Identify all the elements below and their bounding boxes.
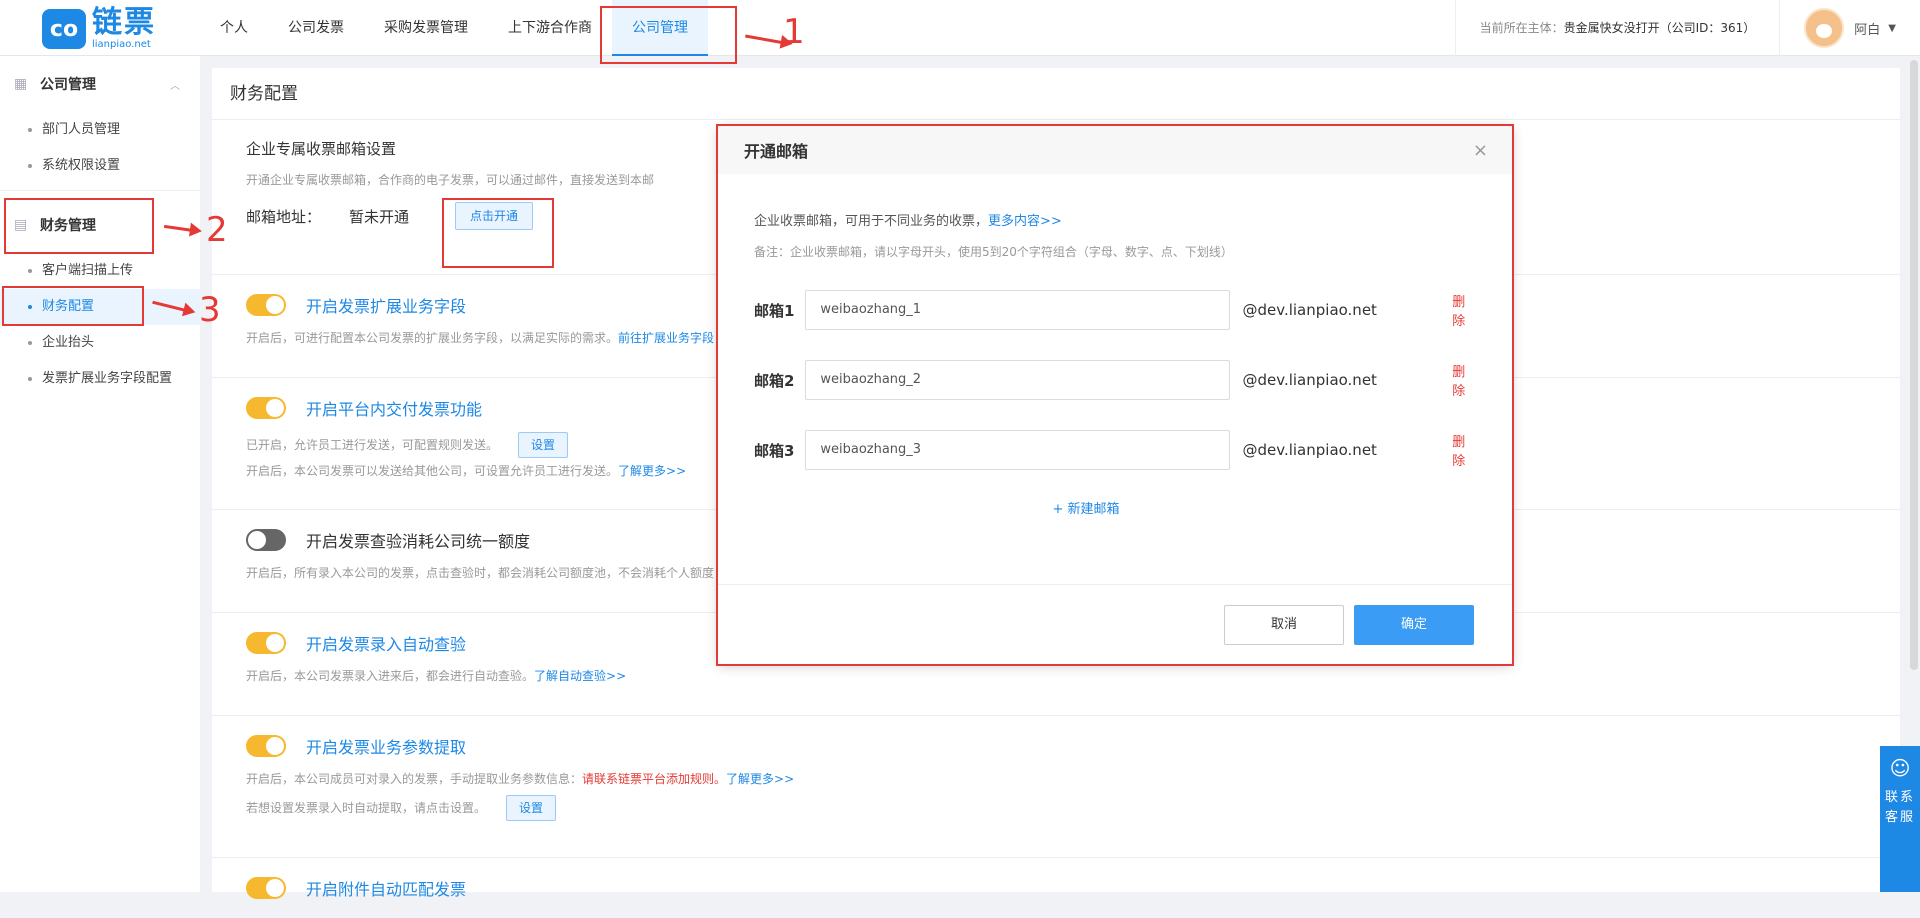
toggle-label: 开启发票录入自动查验 [306, 635, 467, 654]
toggle-label: 开启发票扩展业务字段 [306, 297, 467, 316]
param-toggle[interactable] [246, 735, 286, 757]
annotation-number-2: 2 [206, 210, 228, 250]
mailbox-label: 邮箱1 [754, 301, 795, 320]
param-section: 开启发票业务参数提取 开启后，本公司成员可对录入的发票，手动提取业务参数信息：请… [212, 716, 1900, 858]
sidebar-item-company-title[interactable]: 企业抬头 [0, 325, 200, 361]
deliver-toggle[interactable] [246, 397, 286, 419]
attach-section: 开启附件自动匹配发票 [212, 858, 1900, 918]
toggle-desc: 开启后，本公司发票可以发送给其他公司，可设置允许员工进行发送。 [246, 464, 619, 478]
deliver-settings-button[interactable]: 设置 [518, 432, 569, 458]
toggle-desc: 若想设置发票录入时自动提取，请点击设置。 [246, 801, 487, 815]
logo-name: 链票 [92, 5, 156, 40]
nav-company-management[interactable]: 公司管理 [612, 0, 708, 56]
toggle-label: 开启平台内交付发票功能 [306, 400, 483, 419]
table-icon: ▤ [14, 217, 28, 233]
ext-field-toggle[interactable] [246, 294, 286, 316]
dialog-note: 备注：企业收票邮箱，请以字母开头，使用5到20个字符组合（字母、数字、点、下划线… [754, 245, 1233, 259]
sidebar-item-ext-fields[interactable]: 发票扩展业务字段配置 [0, 361, 200, 397]
more-content-link[interactable]: 更多内容>> [988, 214, 1062, 229]
confirm-button[interactable]: 确定 [1354, 604, 1474, 645]
mailbox-input[interactable]: weibaozhang_2 [805, 360, 1231, 400]
delete-mailbox-button[interactable]: 删除 [1452, 431, 1478, 469]
chat-icon: ☺ [1889, 756, 1911, 780]
toggle-label: 开启发票查验消耗公司统一额度 [306, 532, 531, 551]
top-bar: co 链票 lianpiao.net 个人 公司发票 采购发票管理 上下游合作商… [0, 0, 1920, 56]
user-menu[interactable]: 阿白 ▼ [1779, 0, 1920, 56]
annotation-number-3: 3 [199, 290, 221, 330]
avatar [1804, 8, 1845, 48]
mailbox-input[interactable]: weibaozhang_3 [805, 430, 1231, 470]
contact-support-button[interactable]: ☺ 联系客服 [1880, 746, 1920, 892]
mailbox-domain: @dev.lianpiao.net [1242, 371, 1377, 389]
mailbox-label: 邮箱3 [754, 441, 795, 460]
annotation-number-1: 1 [783, 12, 805, 52]
dialog-title: 开通邮箱 [744, 142, 809, 161]
learn-more-link[interactable]: 了解更多>> [726, 772, 794, 786]
main-nav: 个人 公司发票 采购发票管理 上下游合作商 公司管理 [200, 0, 708, 56]
current-subject: 当前所在主体：贵金属快女没打开（公司ID：361） [1454, 0, 1780, 56]
divider [0, 190, 200, 191]
sidebar-group-label: 财务管理 [40, 218, 96, 234]
param-settings-button[interactable]: 设置 [506, 795, 557, 821]
open-mailbox-dialog: 开通邮箱 × 企业收票邮箱，可用于不同业务的收票，更多内容>> 备注：企业收票邮… [718, 126, 1512, 664]
close-icon[interactable]: × [1473, 140, 1488, 161]
page-title: 财务配置 [212, 68, 1900, 120]
nav-purchase-invoice[interactable]: 采购发票管理 [364, 0, 488, 56]
logo-mark: co [42, 9, 86, 49]
subject-label: 当前所在主体： [1479, 21, 1564, 35]
subject-value: 贵金属快女没打开（公司ID：361） [1563, 21, 1756, 35]
dialog-desc: 企业收票邮箱，可用于不同业务的收票， [754, 214, 989, 229]
learn-more-link[interactable]: 了解更多>> [618, 464, 686, 478]
scrollbar[interactable] [1910, 60, 1918, 670]
sidebar: ▦ 公司管理 ︿ 部门人员管理 系统权限设置 ▤ 财务管理 客户端扫描上传 财务… [0, 56, 200, 892]
add-mailbox-button[interactable]: + 新建邮箱 [754, 498, 1418, 517]
sidebar-group-company[interactable]: ▦ 公司管理 ︿ [0, 56, 200, 112]
auto-check-link[interactable]: 了解自动查验>> [534, 669, 626, 683]
mailbox-row: 邮箱1 weibaozhang_1 @dev.lianpiao.net 删除 [754, 290, 1478, 330]
mailbox-domain: @dev.lianpiao.net [1242, 441, 1377, 459]
mailbox-row: 邮箱2 weibaozhang_2 @dev.lianpiao.net 删除 [754, 360, 1478, 400]
open-mailbox-button[interactable]: 点击开通 [455, 202, 534, 230]
delete-mailbox-button[interactable]: 删除 [1452, 361, 1478, 399]
toggle-desc: 开启后，可进行配置本公司发票的扩展业务字段，以满足实际的需求。 [246, 331, 619, 345]
mail-address-label: 邮箱地址： [246, 207, 322, 226]
toggle-label: 开启发票业务参数提取 [306, 738, 467, 757]
ext-field-link[interactable]: 前往扩展业务字段 [618, 331, 714, 345]
cancel-button[interactable]: 取消 [1224, 604, 1344, 645]
sidebar-item-permissions[interactable]: 系统权限设置 [0, 148, 200, 184]
contact-rule-text: 请联系链票平台添加规则。 [582, 772, 727, 786]
sidebar-group-label: 公司管理 [40, 77, 96, 93]
contact-support-label: 联系客服 [1884, 790, 1915, 825]
building-icon: ▦ [14, 76, 28, 92]
nav-personal[interactable]: 个人 [200, 0, 268, 56]
chevron-up-icon: ︿ [170, 80, 180, 92]
attach-toggle[interactable] [246, 877, 286, 899]
user-name: 阿白 [1854, 22, 1881, 38]
toggle-label: 开启附件自动匹配发票 [306, 880, 467, 899]
quota-toggle[interactable] [246, 529, 286, 551]
logo-domain: lianpiao.net [92, 39, 151, 50]
sidebar-item-scan-upload[interactable]: 客户端扫描上传 [0, 253, 200, 289]
delete-mailbox-button[interactable]: 删除 [1452, 291, 1478, 329]
chevron-down-icon: ▼ [1888, 22, 1896, 34]
auto-check-toggle[interactable] [246, 632, 286, 654]
mail-address-value: 暂未开通 [349, 207, 410, 226]
sidebar-item-departments[interactable]: 部门人员管理 [0, 112, 200, 148]
mailbox-label: 邮箱2 [754, 371, 795, 390]
toggle-desc: 开启后，本公司成员可对录入的发票，手动提取业务参数信息： [246, 772, 583, 786]
toggle-desc: 已开启，允许员工进行发送，可配置规则发送。 [246, 438, 499, 452]
mailbox-row: 邮箱3 weibaozhang_3 @dev.lianpiao.net 删除 [754, 430, 1478, 470]
mailbox-domain: @dev.lianpiao.net [1242, 301, 1377, 319]
nav-company-invoice[interactable]: 公司发票 [268, 0, 364, 56]
mailbox-input[interactable]: weibaozhang_1 [805, 290, 1231, 330]
toggle-desc: 开启后，本公司发票录入进来后，都会进行自动查验。 [246, 669, 535, 683]
logo[interactable]: co 链票 lianpiao.net [42, 8, 156, 50]
nav-partners[interactable]: 上下游合作商 [488, 0, 612, 56]
